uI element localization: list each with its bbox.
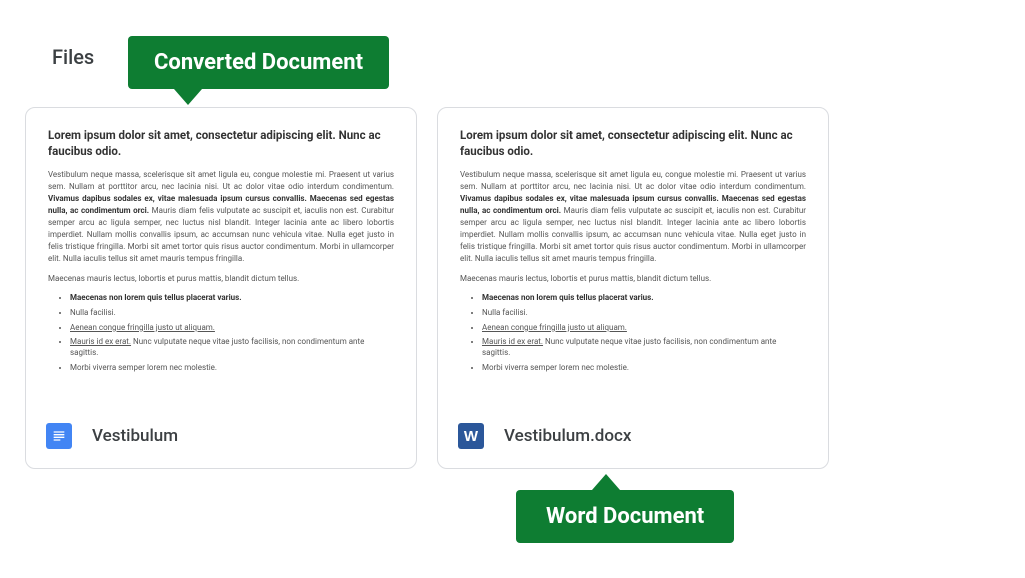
preview-paragraph: Vestibulum neque massa, scelerisque sit … <box>460 169 806 265</box>
callout-word-document: Word Document <box>516 490 734 543</box>
preview-heading: Lorem ipsum dolor sit amet, consectetur … <box>48 128 394 159</box>
google-docs-icon <box>46 423 72 449</box>
list-item: Nulla facilisi. <box>482 308 806 319</box>
list-item: Mauris id ex erat. Nunc vulputate neque … <box>70 337 394 359</box>
file-card-footer: W Vestibulum.docx <box>438 404 828 468</box>
list-item: Maecenas non lorem quis tellus placerat … <box>482 293 806 304</box>
list-item: Nulla facilisi. <box>70 308 394 319</box>
list-item: Morbi viverra semper lorem nec molestie. <box>70 363 394 374</box>
list-item: Aenean congue fringilla justo ut aliquam… <box>482 323 806 334</box>
file-card-footer: Vestibulum <box>26 404 416 468</box>
file-card-converted[interactable]: Lorem ipsum dolor sit amet, consectetur … <box>25 107 417 469</box>
preview-list: Maecenas non lorem quis tellus placerat … <box>460 293 806 374</box>
preview-paragraph: Vestibulum neque massa, scelerisque sit … <box>48 169 394 265</box>
file-preview: Lorem ipsum dolor sit amet, consectetur … <box>26 108 416 404</box>
file-cards-row: Lorem ipsum dolor sit amet, consectetur … <box>25 107 829 469</box>
list-item: Aenean congue fringilla justo ut aliquam… <box>70 323 394 334</box>
file-card-word[interactable]: Lorem ipsum dolor sit amet, consectetur … <box>437 107 829 469</box>
preview-list: Maecenas non lorem quis tellus placerat … <box>48 293 394 374</box>
list-item: Mauris id ex erat. Nunc vulputate neque … <box>482 337 806 359</box>
file-name-label: Vestibulum <box>92 426 178 446</box>
preview-heading: Lorem ipsum dolor sit amet, consectetur … <box>460 128 806 159</box>
file-preview: Lorem ipsum dolor sit amet, consectetur … <box>438 108 828 404</box>
microsoft-word-icon: W <box>458 423 484 449</box>
list-item: Morbi viverra semper lorem nec molestie. <box>482 363 806 374</box>
preview-paragraph: Maecenas mauris lectus, lobortis et puru… <box>48 273 394 285</box>
section-label: Files <box>52 45 94 69</box>
list-item: Maecenas non lorem quis tellus placerat … <box>70 293 394 304</box>
callout-converted-document: Converted Document <box>128 36 389 89</box>
preview-paragraph: Maecenas mauris lectus, lobortis et puru… <box>460 273 806 285</box>
file-name-label: Vestibulum.docx <box>504 426 631 446</box>
